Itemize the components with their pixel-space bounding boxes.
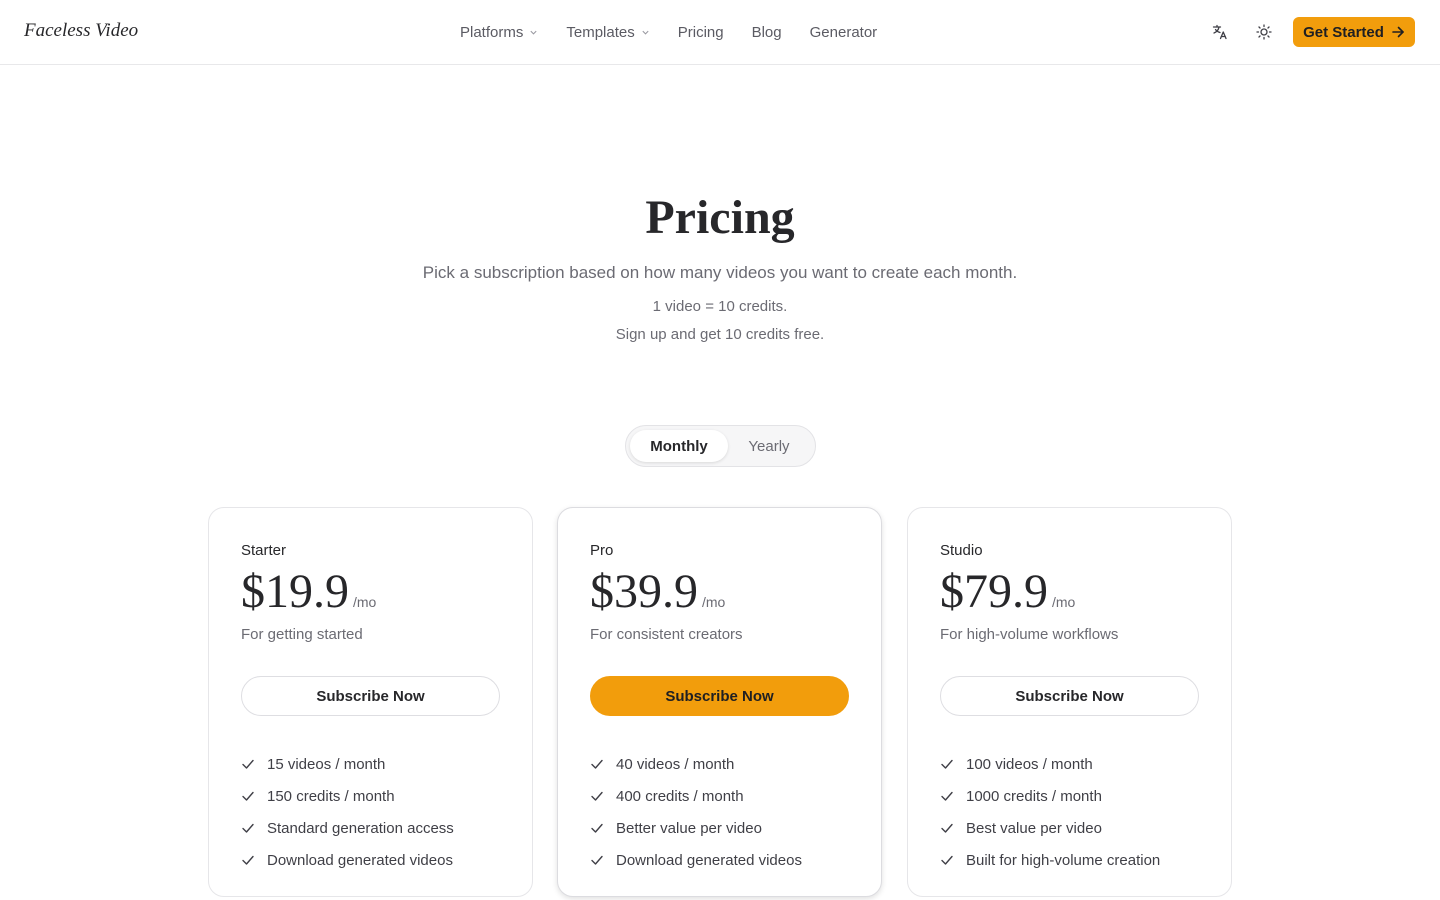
plan-card-studio: Studio $79.9 /mo For high-volume workflo… <box>907 507 1232 897</box>
site-header: Faceless Video Platforms Templates Prici… <box>0 0 1440 65</box>
feature-text: 150 credits / month <box>267 787 395 805</box>
plan-price: $19.9 <box>241 565 349 618</box>
price-period: /mo <box>1052 594 1076 610</box>
feature-list: 15 videos / month 150 credits / month St… <box>241 748 454 876</box>
plan-description: For consistent creators <box>590 626 743 643</box>
get-started-label: Get Started <box>1303 23 1384 41</box>
nav-blog-label: Blog <box>751 23 782 41</box>
price-row: $39.9 /mo <box>590 564 725 619</box>
subscribe-button-studio[interactable]: Subscribe Now <box>940 676 1199 716</box>
plan-description: For getting started <box>241 626 363 643</box>
theme-toggle-button[interactable] <box>1252 20 1276 44</box>
nav-platforms-label: Platforms <box>460 23 524 41</box>
subscribe-button-starter[interactable]: Subscribe Now <box>241 676 500 716</box>
sun-icon <box>1256 24 1272 40</box>
nav-blog[interactable]: Blog <box>752 24 782 41</box>
main-nav: Platforms Templates Pricing Blog Generat… <box>460 0 905 64</box>
feature-list: 100 videos / month 1000 credits / month … <box>940 748 1160 876</box>
feature-item: Better value per video <box>590 812 802 844</box>
feature-list: 40 videos / month 400 credits / month Be… <box>590 748 802 876</box>
feature-item: 400 credits / month <box>590 780 802 812</box>
page-subtitle: Pick a subscription based on how many vi… <box>422 263 1018 282</box>
feature-item: Download generated videos <box>590 844 802 876</box>
credits-note: 1 video = 10 credits. <box>652 298 788 315</box>
plan-description: For high-volume workflows <box>940 626 1119 643</box>
logo[interactable]: Faceless Video <box>24 20 138 42</box>
check-icon <box>591 759 603 769</box>
check-icon <box>242 855 254 865</box>
plan-name: Studio <box>940 542 983 559</box>
page-title: Pricing <box>645 191 795 244</box>
feature-text: Standard generation access <box>267 819 454 837</box>
arrow-right-icon <box>1392 26 1404 38</box>
get-started-button[interactable]: Get Started <box>1293 17 1415 47</box>
plan-name: Starter <box>241 542 287 559</box>
feature-item: Built for high-volume creation <box>940 844 1160 876</box>
feature-text: 400 credits / month <box>616 787 744 805</box>
billing-period-toggle: Monthly Yearly <box>625 425 816 467</box>
free-credits-note: Sign up and get 10 credits free. <box>615 326 825 343</box>
plan-name: Pro <box>590 542 614 559</box>
feature-text: Download generated videos <box>267 851 453 869</box>
check-icon <box>941 823 953 833</box>
translate-icon <box>1212 24 1227 40</box>
feature-item: Best value per video <box>940 812 1160 844</box>
chevron-down-icon <box>530 30 537 35</box>
check-icon <box>941 759 953 769</box>
nav-templates-label: Templates <box>566 23 635 41</box>
feature-item: Download generated videos <box>241 844 454 876</box>
nav-platforms[interactable]: Platforms <box>460 24 538 41</box>
feature-item: 15 videos / month <box>241 748 454 780</box>
check-icon <box>941 791 953 801</box>
toggle-yearly[interactable]: Yearly <box>734 430 804 462</box>
feature-item: 100 videos / month <box>940 748 1160 780</box>
chevron-down-icon <box>642 30 649 35</box>
check-icon <box>242 791 254 801</box>
feature-text: 15 videos / month <box>267 755 386 773</box>
check-icon <box>242 823 254 833</box>
nav-pricing-label: Pricing <box>677 23 724 41</box>
check-icon <box>591 823 603 833</box>
subscribe-button-pro[interactable]: Subscribe Now <box>590 676 849 716</box>
nav-templates[interactable]: Templates <box>566 24 649 41</box>
feature-item: 150 credits / month <box>241 780 454 812</box>
nav-generator[interactable]: Generator <box>810 24 878 41</box>
nav-generator-label: Generator <box>809 23 878 41</box>
price-row: $19.9 /mo <box>241 564 376 619</box>
nav-pricing[interactable]: Pricing <box>678 24 724 41</box>
check-icon <box>591 791 603 801</box>
check-icon <box>242 759 254 769</box>
price-period: /mo <box>702 594 726 610</box>
feature-text: 40 videos / month <box>616 755 735 773</box>
feature-text: 100 videos / month <box>966 755 1093 773</box>
feature-text: Built for high-volume creation <box>966 851 1161 869</box>
price-period: /mo <box>353 594 377 610</box>
check-icon <box>941 855 953 865</box>
plan-card-pro: Pro $39.9 /mo For consistent creators Su… <box>557 507 882 897</box>
feature-item: Standard generation access <box>241 812 454 844</box>
language-button[interactable] <box>1208 20 1232 44</box>
toggle-monthly[interactable]: Monthly <box>630 430 728 462</box>
feature-item: 40 videos / month <box>590 748 802 780</box>
feature-text: Better value per video <box>616 819 762 837</box>
check-icon <box>591 855 603 865</box>
feature-item: 1000 credits / month <box>940 780 1160 812</box>
feature-text: 1000 credits / month <box>966 787 1102 805</box>
price-row: $79.9 /mo <box>940 564 1075 619</box>
feature-text: Best value per video <box>966 819 1102 837</box>
plan-price: $39.9 <box>590 565 698 618</box>
plan-card-starter: Starter $19.9 /mo For getting started Su… <box>208 507 533 897</box>
feature-text: Download generated videos <box>616 851 802 869</box>
plan-price: $79.9 <box>940 565 1048 618</box>
